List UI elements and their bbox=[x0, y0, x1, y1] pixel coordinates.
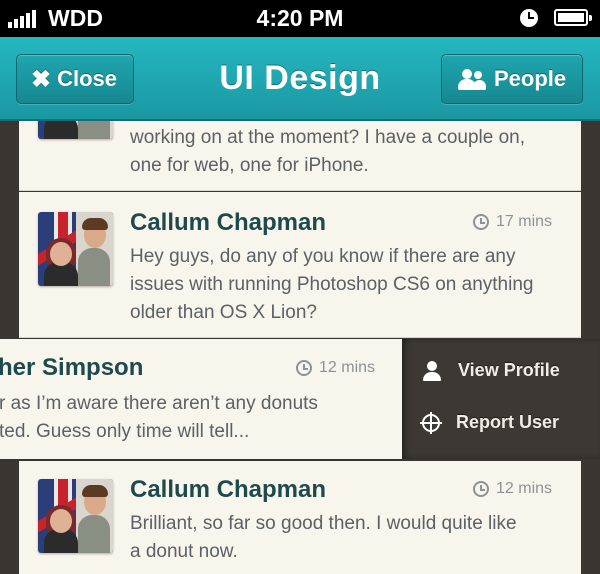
message-time: 17 mins bbox=[473, 213, 552, 231]
avatar bbox=[38, 212, 113, 286]
clock-icon bbox=[296, 360, 312, 376]
message-text-line: a donut now. bbox=[130, 541, 238, 562]
message-time-text: 17 mins bbox=[496, 213, 553, 230]
clock-icon bbox=[473, 481, 489, 497]
people-button[interactable]: People bbox=[441, 54, 583, 104]
message-text-line: r as I’m aware there aren’t any donuts bbox=[0, 393, 318, 414]
message-time: 12 mins bbox=[473, 480, 552, 498]
view-profile-label: View Profile bbox=[458, 360, 560, 380]
navigation-bar: ✖ Close UI Design People bbox=[0, 37, 600, 121]
message-text-line: Hey guys, do any of you know if there ar… bbox=[130, 246, 516, 267]
message-text-line: older than OS X Lion? bbox=[130, 302, 317, 323]
message-text-line: Brilliant, so far so good then. I would … bbox=[130, 513, 517, 534]
report-user-button[interactable]: Report User bbox=[420, 411, 560, 434]
message-text-line: working on at the moment? I have a coupl… bbox=[130, 127, 526, 148]
message-item[interactable]: Callum Chapman 17 mins Hey guys, do any … bbox=[19, 192, 581, 338]
message-item[interactable]: Callum Chapman 12 mins Brilliant, so far… bbox=[19, 461, 581, 574]
clock-icon bbox=[473, 214, 489, 230]
sender-name[interactable]: Callum Chapman bbox=[130, 209, 326, 237]
people-icon bbox=[458, 68, 486, 90]
sender-name[interactable]: her Simpson bbox=[0, 354, 143, 382]
report-target-icon bbox=[420, 411, 442, 434]
message-text-line: one for web, one for iPhone. bbox=[130, 155, 369, 176]
battery-icon bbox=[554, 9, 592, 26]
alarm-icon bbox=[520, 9, 538, 27]
message-time-text: 12 mins bbox=[496, 480, 553, 497]
avatar bbox=[38, 121, 113, 139]
message-item-swiped[interactable]: her Simpson 12 mins r as I’m aware there… bbox=[0, 339, 402, 459]
message-text-line: ted. Guess only time will tell... bbox=[0, 421, 250, 442]
people-button-label: People bbox=[494, 66, 567, 91]
view-profile-button[interactable]: View Profile bbox=[422, 360, 560, 381]
report-user-label: Report User bbox=[456, 412, 560, 432]
status-time: 4:20 PM bbox=[256, 5, 344, 31]
message-list: working on at the moment? I have a coupl… bbox=[0, 121, 600, 574]
sender-name[interactable]: Callum Chapman bbox=[130, 476, 326, 504]
user-icon bbox=[422, 360, 442, 381]
message-time-text: 12 mins bbox=[319, 359, 376, 376]
message-time: 12 mins bbox=[296, 359, 375, 377]
message-text-line: issues with running Photoshop CS6 on any… bbox=[130, 274, 534, 295]
message-actions-panel: View Profile Report User bbox=[402, 339, 600, 459]
message-item[interactable]: working on at the moment? I have a coupl… bbox=[19, 121, 581, 191]
avatar bbox=[38, 479, 113, 553]
status-bar: WDD 4:20 PM bbox=[0, 0, 600, 37]
